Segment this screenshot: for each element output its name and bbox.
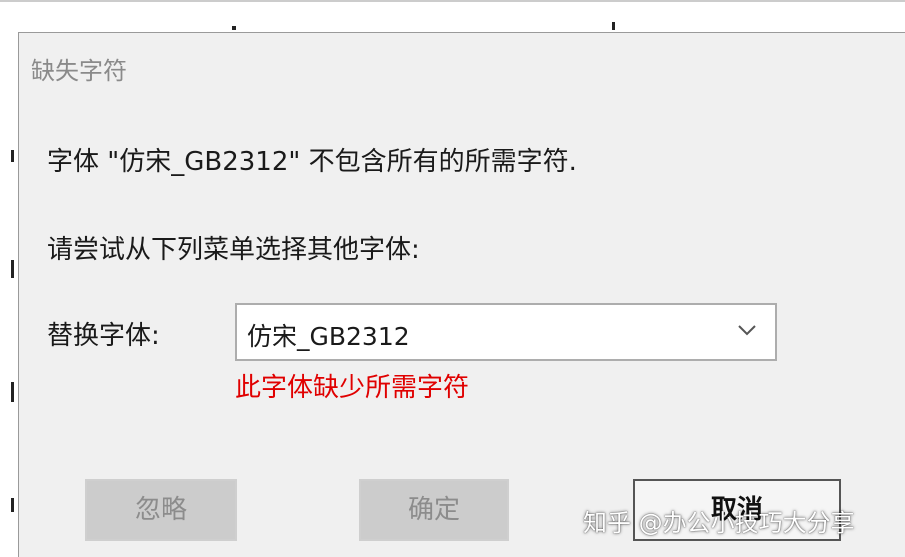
background-mark <box>11 498 14 512</box>
replace-font-label: 替换字体: <box>47 321 160 351</box>
ok-button[interactable]: 确定 <box>359 479 509 541</box>
replace-font-select[interactable]: 仿宋_GB2312 <box>235 303 777 361</box>
dialog-title: 缺失字符 <box>31 57 127 85</box>
choose-font-instruction: 请尝试从下列菜单选择其他字体: <box>47 235 420 265</box>
background-mark <box>11 150 14 162</box>
background-mark <box>11 382 14 402</box>
missing-glyphs-warning: 此字体缺少所需字符 <box>235 373 470 403</box>
watermark-text: 知乎 @办公小技巧大分享 <box>583 509 855 537</box>
background-mark <box>612 22 615 30</box>
background-mark <box>232 26 236 30</box>
missing-glyphs-message: 字体 "仿宋_GB2312" 不包含所有的所需字符. <box>47 147 577 177</box>
replace-font-select-value: 仿宋_GB2312 <box>247 322 410 351</box>
background-mark <box>0 0 905 2</box>
background-mark <box>11 260 14 278</box>
missing-glyphs-dialog: 缺失字符 字体 "仿宋_GB2312" 不包含所有的所需字符. 请尝试从下列菜单… <box>18 32 905 557</box>
chevron-down-icon[interactable] <box>737 323 757 337</box>
ignore-button[interactable]: 忽略 <box>85 479 237 541</box>
